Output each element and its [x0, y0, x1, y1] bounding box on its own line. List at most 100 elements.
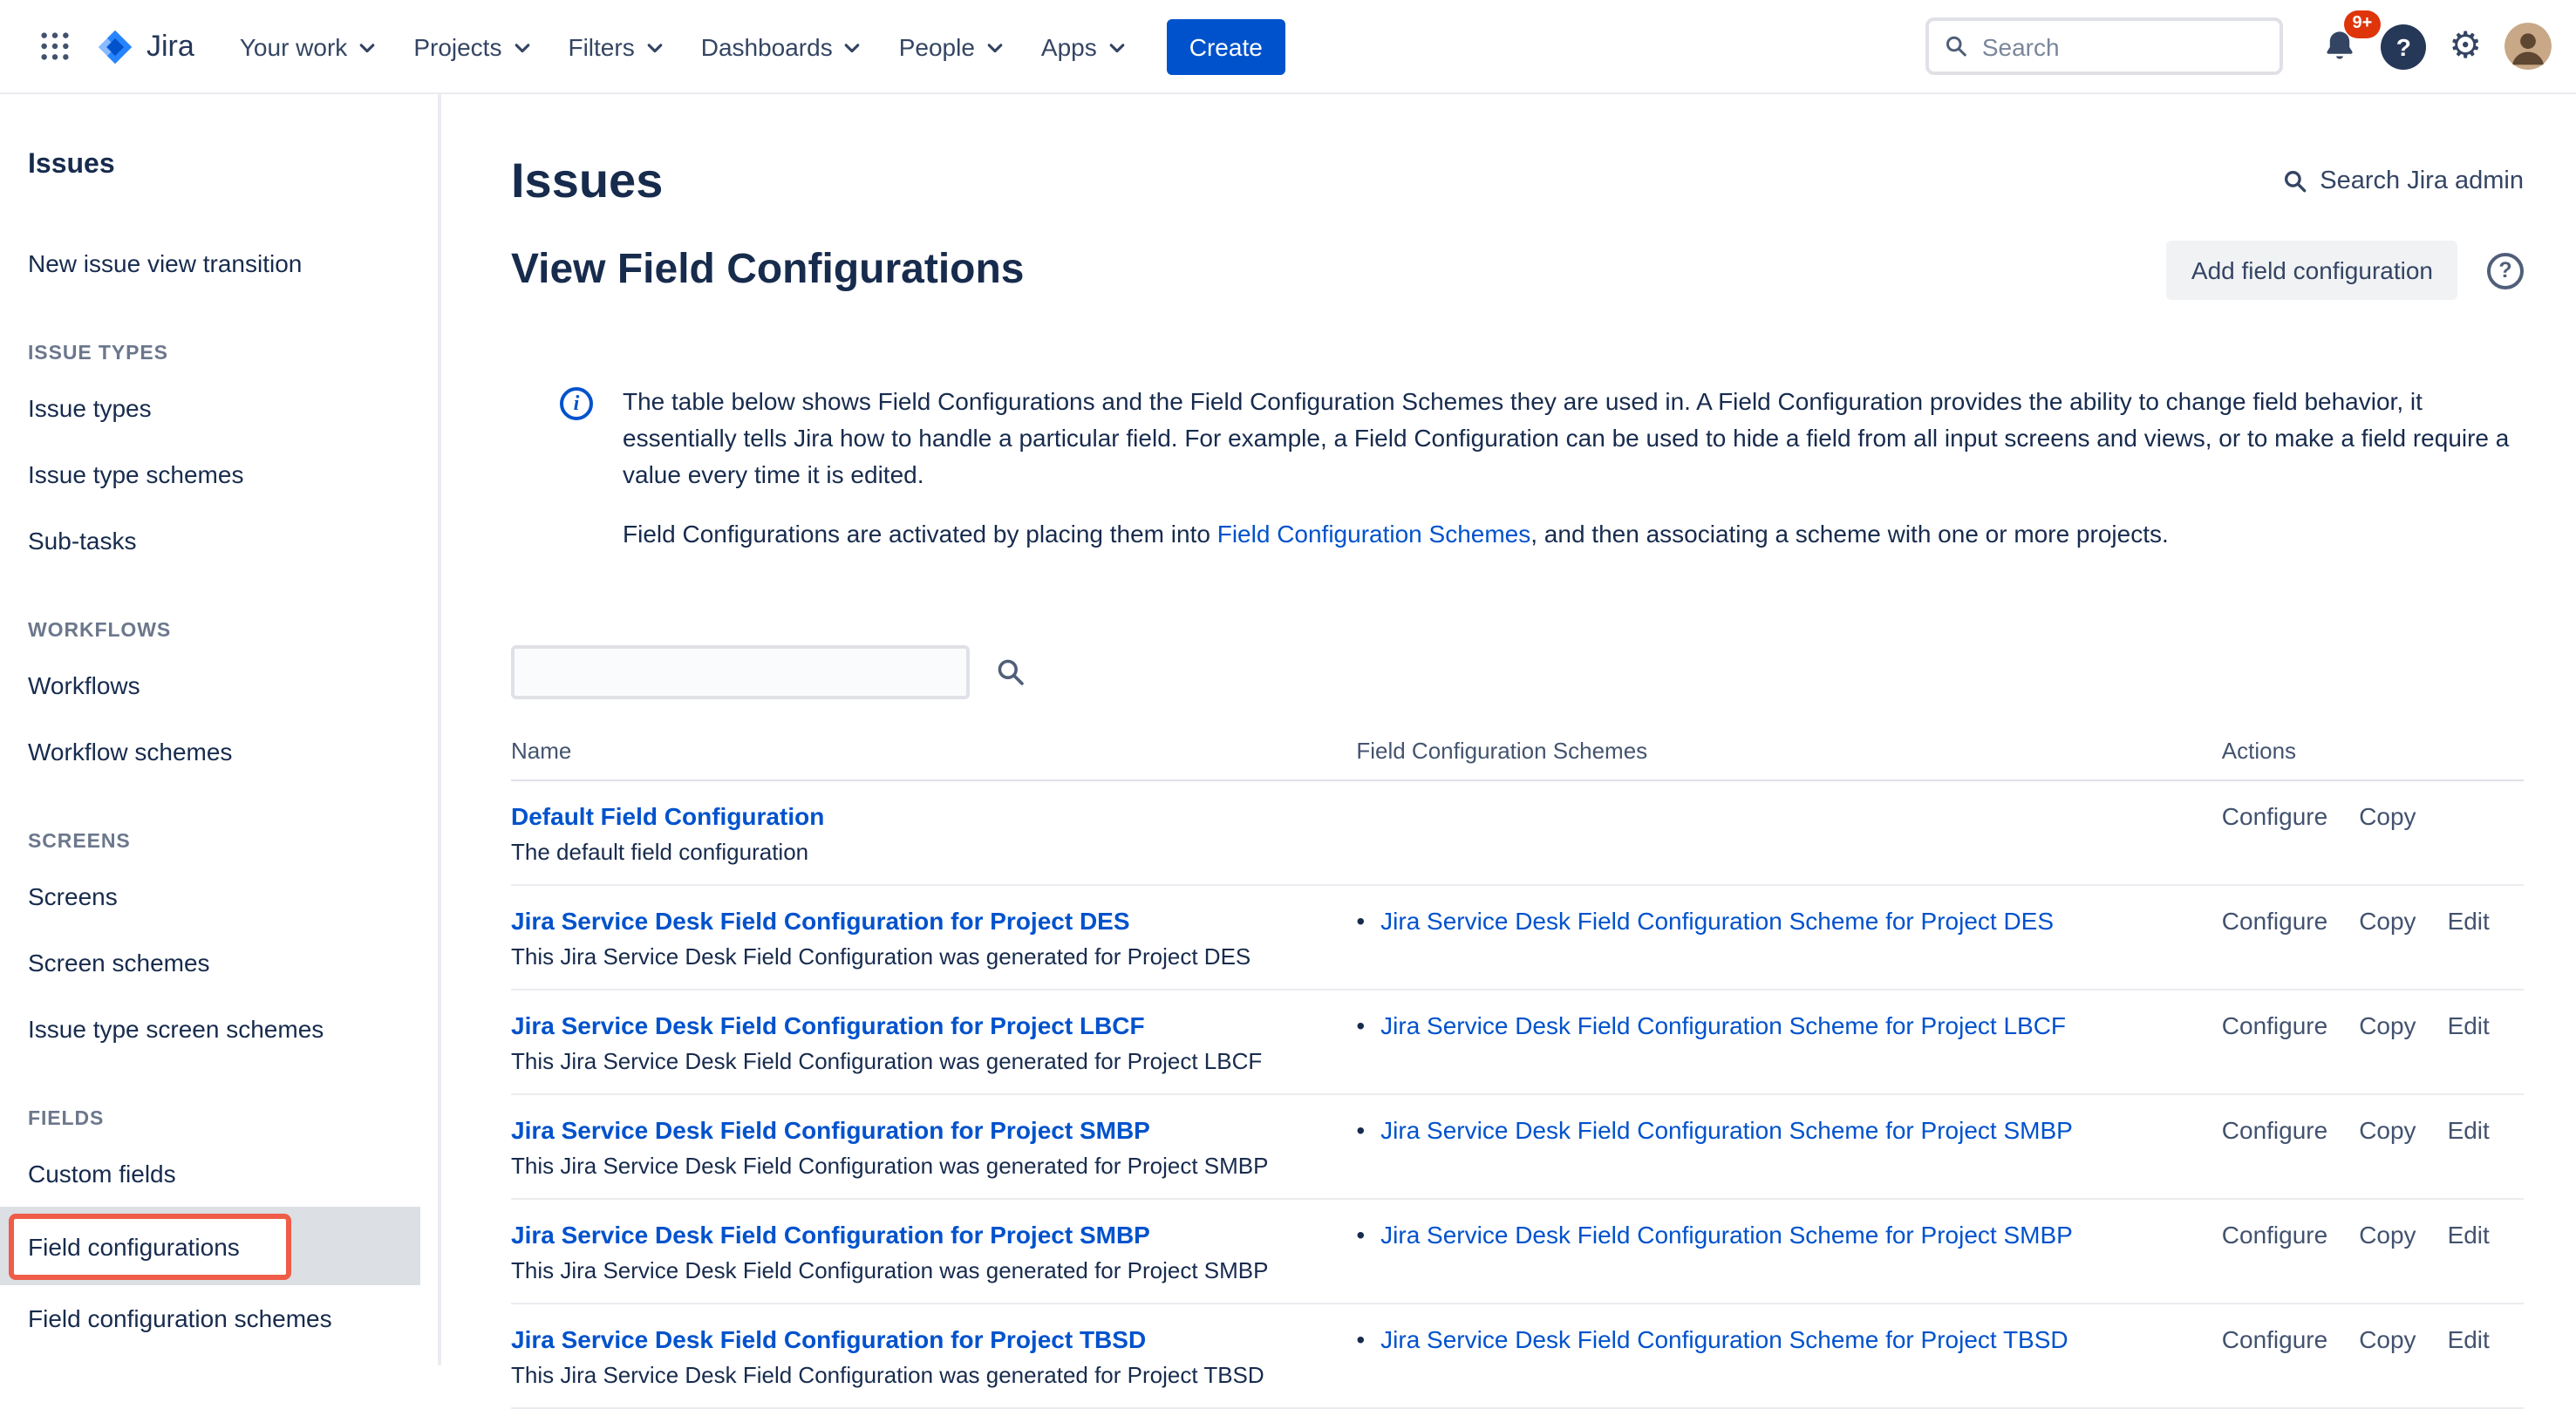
scheme-link[interactable]: Jira Service Desk Field Configuration Sc…: [1380, 1011, 2066, 1039]
copy-link[interactable]: Copy: [2359, 1221, 2416, 1249]
sidebar-item-issue-types[interactable]: Issue types: [0, 375, 438, 441]
create-button[interactable]: Create: [1167, 18, 1285, 74]
field-configuration-name-link[interactable]: Jira Service Desk Field Configuration fo…: [511, 1011, 1145, 1039]
selection-highlight-box: Field configurations: [9, 1213, 292, 1279]
nav-item-dashboards[interactable]: Dashboards: [684, 18, 878, 74]
sidebar-item-workflow-schemes[interactable]: Workflow schemes: [0, 718, 438, 785]
configure-link[interactable]: Configure: [2222, 802, 2327, 830]
info-paragraph-2-prefix: Field Configurations are activated by pl…: [623, 520, 1217, 548]
edit-link[interactable]: Edit: [2448, 907, 2490, 935]
field-configuration-name-link[interactable]: Jira Service Desk Field Configuration fo…: [511, 1325, 1146, 1353]
column-header-name: Name: [511, 724, 1356, 780]
sidebar-item-sub-tasks[interactable]: Sub-tasks: [0, 507, 438, 574]
field-configuration-description: The default field configuration: [511, 839, 1356, 865]
settings-button[interactable]: ⚙: [2438, 17, 2492, 75]
bullet-icon: •: [1356, 1221, 1365, 1249]
column-header-schemes: Field Configuration Schemes: [1356, 724, 2221, 780]
configure-link[interactable]: Configure: [2222, 907, 2327, 935]
page-help-icon[interactable]: ?: [2487, 252, 2524, 289]
search-icon: [2283, 169, 2307, 194]
copy-link[interactable]: Copy: [2359, 802, 2416, 830]
user-avatar[interactable]: [2504, 23, 2552, 70]
configure-link[interactable]: Configure: [2222, 1116, 2327, 1144]
avatar-image: [2504, 23, 2552, 70]
sidebar-item-screen-schemes[interactable]: Screen schemes: [0, 929, 438, 996]
info-paragraph-2-suffix: , and then associating a scheme with one…: [1530, 520, 2169, 548]
field-configuration-description: This Jira Service Desk Field Configurati…: [511, 943, 1356, 970]
chevron-down-icon: [987, 39, 1003, 55]
copy-link[interactable]: Copy: [2359, 1011, 2416, 1039]
section-title: View Field Configurations: [511, 246, 1025, 295]
main-content: Issues Search Jira admin View Field Conf…: [441, 94, 2576, 1365]
field-configuration-description: This Jira Service Desk Field Configurati…: [511, 1362, 1356, 1388]
nav-item-your-work[interactable]: Your work: [222, 18, 393, 74]
edit-link[interactable]: Edit: [2448, 1221, 2490, 1249]
sidebar-item-screens[interactable]: Screens: [0, 863, 438, 929]
filter-search-button[interactable]: [992, 654, 1029, 691]
primary-nav: Your work Projects Filters Dashboards Pe…: [222, 18, 1142, 74]
jira-logo[interactable]: Jira: [96, 27, 194, 65]
scheme-link[interactable]: Jira Service Desk Field Configuration Sc…: [1380, 1116, 2073, 1144]
scheme-link[interactable]: Jira Service Desk Field Configuration Sc…: [1380, 1325, 2068, 1353]
copy-link[interactable]: Copy: [2359, 1325, 2416, 1353]
global-search-input[interactable]: [1982, 32, 2265, 60]
table-row: Jira Service Desk Field Configuration fo…: [511, 1199, 2524, 1303]
scheme-entry: • Jira Service Desk Field Configuration …: [1356, 1116, 2221, 1144]
bullet-icon: •: [1356, 1011, 1365, 1039]
copy-link[interactable]: Copy: [2359, 1116, 2416, 1144]
info-paragraph-1: The table below shows Field Configuratio…: [623, 384, 2524, 493]
table-row: Jira Service Desk Field Configuration fo…: [511, 1303, 2524, 1408]
scheme-link[interactable]: Jira Service Desk Field Configuration Sc…: [1380, 1221, 2073, 1249]
add-field-configuration-button[interactable]: Add field configuration: [2167, 241, 2457, 300]
configure-link[interactable]: Configure: [2222, 1011, 2327, 1039]
sidebar-item-field-configurations[interactable]: Field configurations: [0, 1207, 420, 1285]
bullet-icon: •: [1356, 1116, 1365, 1144]
scheme-entry: • Jira Service Desk Field Configuration …: [1356, 1221, 2221, 1249]
notifications-button[interactable]: 9+: [2311, 17, 2368, 75]
field-configuration-description: This Jira Service Desk Field Configurati…: [511, 1153, 1356, 1179]
edit-link[interactable]: Edit: [2448, 1011, 2490, 1039]
sidebar-title: Issues: [0, 150, 438, 181]
bullet-icon: •: [1356, 907, 1365, 935]
sidebar-item-field-configuration-schemes[interactable]: Field configuration schemes: [0, 1285, 438, 1351]
sidebar-item-issue-type-screen-schemes[interactable]: Issue type screen schemes: [0, 996, 438, 1062]
app-switcher-icon[interactable]: [28, 19, 82, 73]
chevron-down-icon: [514, 39, 529, 55]
nav-item-label: Dashboards: [701, 32, 833, 60]
field-configuration-description: This Jira Service Desk Field Configurati…: [511, 1257, 1356, 1283]
info-panel: i The table below shows Field Configurat…: [560, 384, 2524, 575]
sidebar-item-custom-fields[interactable]: Custom fields: [0, 1140, 438, 1207]
sidebar-item-workflows[interactable]: Workflows: [0, 652, 438, 718]
help-button[interactable]: ?: [2381, 24, 2426, 69]
configure-link[interactable]: Configure: [2222, 1221, 2327, 1249]
configure-link[interactable]: Configure: [2222, 1325, 2327, 1353]
top-navigation: Jira Your work Projects Filters Dashboar…: [0, 0, 2576, 94]
nav-item-apps[interactable]: Apps: [1024, 18, 1142, 74]
field-configuration-name-link[interactable]: Default Field Configuration: [511, 802, 824, 830]
jira-logo-icon: [96, 27, 134, 65]
field-configuration-schemes-link[interactable]: Field Configuration Schemes: [1217, 520, 1531, 548]
nav-item-projects[interactable]: Projects: [396, 18, 547, 74]
nav-item-label: Projects: [413, 32, 501, 60]
scheme-entry: • Jira Service Desk Field Configuration …: [1356, 907, 2221, 935]
search-jira-admin-link[interactable]: Search Jira admin: [2283, 167, 2524, 195]
nav-item-label: Your work: [240, 32, 348, 60]
jira-admin-page: Jira Your work Projects Filters Dashboar…: [0, 0, 2576, 1365]
field-configuration-name-link[interactable]: Jira Service Desk Field Configuration fo…: [511, 1221, 1150, 1249]
field-configuration-name-link[interactable]: Jira Service Desk Field Configuration fo…: [511, 1116, 1150, 1144]
sidebar-item-new-issue-view-transition[interactable]: New issue view transition: [0, 230, 438, 296]
edit-link[interactable]: Edit: [2448, 1116, 2490, 1144]
sidebar-item-issue-type-schemes[interactable]: Issue type schemes: [0, 441, 438, 507]
scheme-entry: • Jira Service Desk Field Configuration …: [1356, 1011, 2221, 1039]
nav-item-filters[interactable]: Filters: [550, 18, 679, 74]
nav-item-label: People: [899, 32, 975, 60]
nav-item-people[interactable]: People: [882, 18, 1020, 74]
sidebar-heading-issue-types: ISSUE TYPES: [0, 344, 438, 364]
global-search[interactable]: [1925, 17, 2283, 75]
edit-link[interactable]: Edit: [2448, 1325, 2490, 1353]
nav-item-label: Filters: [568, 32, 634, 60]
scheme-link[interactable]: Jira Service Desk Field Configuration Sc…: [1380, 907, 2054, 935]
copy-link[interactable]: Copy: [2359, 907, 2416, 935]
field-configuration-name-link[interactable]: Jira Service Desk Field Configuration fo…: [511, 907, 1130, 935]
filter-input[interactable]: [511, 645, 970, 699]
